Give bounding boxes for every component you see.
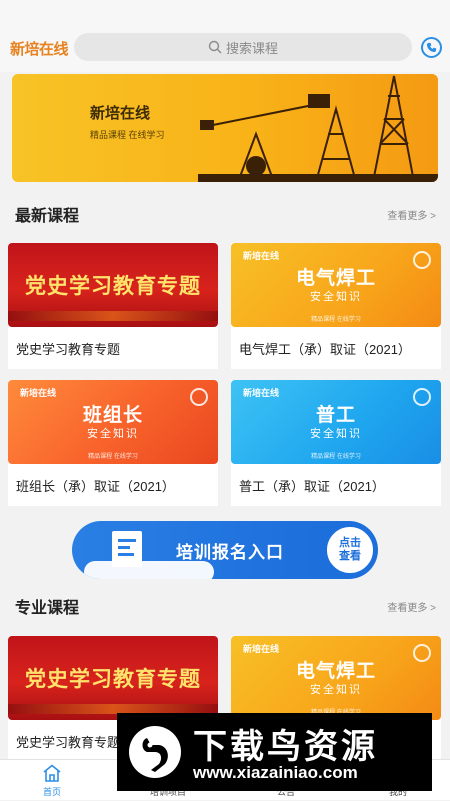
thumbnail-title: 电气焊工 [295,268,376,289]
watermark: 下载鸟资源 www.xiazainiao.com [117,713,432,791]
thumbnail-brand: 新培在线 [20,388,57,398]
thumbnail-title: 党史学习教育专题 [25,275,201,298]
course-thumbnail: 新培在线 电气焊工 安全知识 精品课程 在线学习 [231,636,441,720]
training-signup-banner[interactable]: 培训报名入口 点击查看 [72,521,378,579]
oil-rig-illustration [198,75,438,182]
course-card-party[interactable]: 党史学习教育专题 党史学习教育专题 [8,243,218,369]
course-caption: 电气焊工（承）取证（2021） [239,342,411,357]
top-bar: 新培在线 搜索课程 [0,0,450,72]
course-caption: 普工（承）取证（2021） [239,479,385,494]
watermark-url: www.xiazainiao.com [193,763,358,782]
course-caption: 党史学习教育专题 [16,342,121,357]
signup-text: 培训报名入口 [176,543,284,562]
app-logo: 新培在线 [10,41,69,58]
cloud-decoration [84,561,214,579]
course-card-general-worker[interactable]: 新培在线 普工 安全知识 精品课程 在线学习 普工（承）取证（2021） [231,380,441,506]
thumbnail-tag: 精品课程 在线学习 [88,454,138,460]
banner-title: 新培在线 [90,105,151,122]
watermark-title: 下载鸟资源 [193,728,378,766]
thumbnail-title: 班组长 [82,405,143,426]
thumbnail-brand: 新培在线 [243,388,280,398]
bird-logo-icon [129,726,181,778]
thumbnail-tag: 精品课程 在线学习 [311,454,361,460]
course-caption: 班组长（承）取证（2021） [16,479,175,494]
thumbnail-subtitle: 安全知识 [310,684,362,696]
phone-icon [426,42,437,53]
thumbnail-tag: 精品课程 在线学习 [311,317,361,323]
course-thumbnail: 新培在线 普工 安全知识 精品课程 在线学习 [231,380,441,464]
professional-more-link[interactable]: 查看更多 > [387,599,436,614]
hero-banner[interactable]: 新培在线 精品课程 在线学习 [12,74,438,182]
banner-subtitle: 精品课程 在线学习 [90,130,165,140]
latest-courses-title: 最新课程 [15,208,80,225]
course-thumbnail: 党史学习教育专题 [8,636,218,720]
course-card-welder[interactable]: 新培在线 电气焊工 安全知识 精品课程 在线学习 电气焊工（承）取证（2021） [231,243,441,369]
course-thumbnail: 新培在线 班组长 安全知识 精品课程 在线学习 [8,380,218,464]
search-input[interactable]: 搜索课程 [74,33,412,61]
home-icon [43,764,61,782]
course-card-team-leader[interactable]: 新培在线 班组长 安全知识 精品课程 在线学习 班组长（承）取证（2021） [8,380,218,506]
search-icon [208,40,222,54]
course-thumbnail: 新培在线 电气焊工 安全知识 精品课程 在线学习 [231,243,441,327]
tab-home[interactable]: 首页 [22,760,82,801]
thumbnail-title: 电气焊工 [295,661,376,682]
thumbnail-subtitle: 安全知识 [87,428,139,440]
latest-more-link[interactable]: 查看更多 > [387,207,436,222]
course-thumbnail: 党史学习教育专题 [8,243,218,327]
thumbnail-decoration [8,311,218,321]
document-icon [112,531,142,567]
phone-button[interactable] [421,37,442,58]
thumbnail-brand: 新培在线 [243,251,280,261]
thumbnail-subtitle: 安全知识 [310,291,362,303]
course-caption: 党史学习教育专题 [16,735,121,750]
view-button-label: 点击查看 [339,537,361,562]
thumbnail-subtitle: 安全知识 [310,428,362,440]
thumbnail-title: 党史学习教育专题 [25,668,201,691]
search-placeholder: 搜索课程 [225,40,278,56]
view-button[interactable]: 点击查看 [324,524,376,576]
tab-label: 首页 [42,787,61,797]
thumbnail-title: 普工 [315,405,356,426]
professional-courses-title: 专业课程 [15,600,80,617]
thumbnail-brand: 新培在线 [243,644,280,654]
